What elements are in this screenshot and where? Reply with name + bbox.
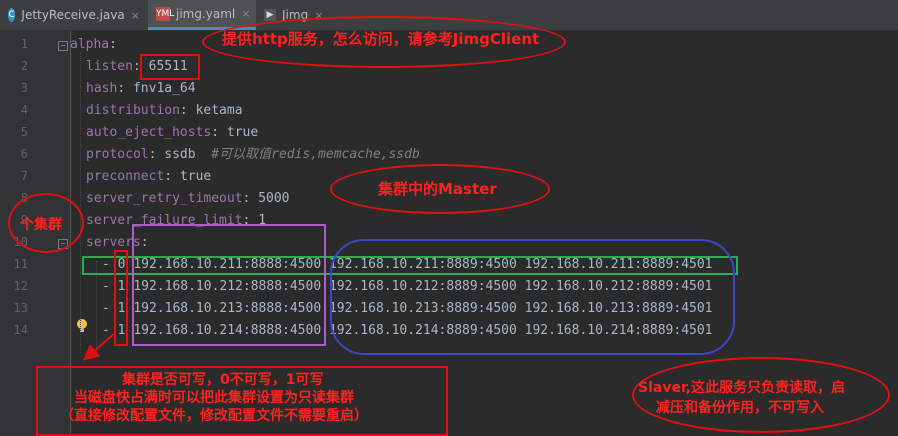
- annotation-arrows: [82, 333, 115, 361]
- arrow-to-writable-note: [82, 333, 115, 361]
